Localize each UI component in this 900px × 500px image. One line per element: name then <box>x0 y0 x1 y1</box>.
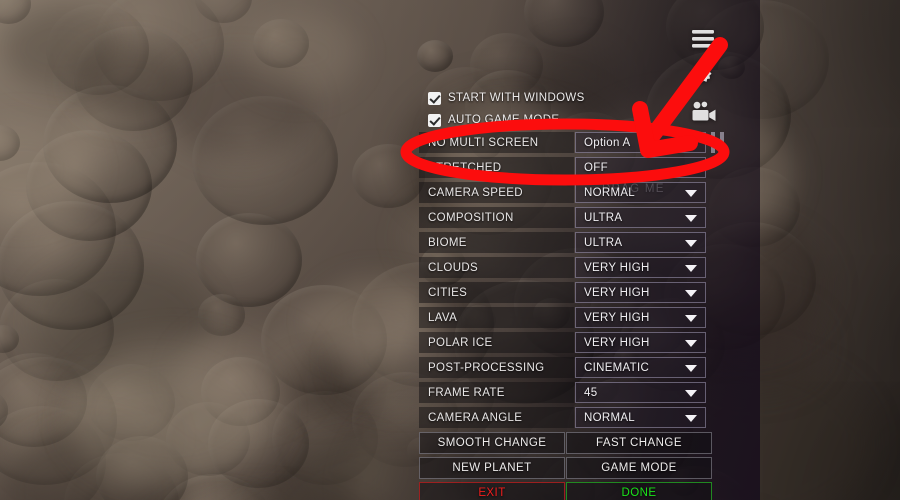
panel-button[interactable]: SMOOTH CHANGE <box>419 432 565 454</box>
option-dropdown[interactable]: Option A <box>575 132 706 153</box>
option-label: POLAR ICE <box>419 332 574 353</box>
checkbox-auto-game-mode[interactable] <box>428 113 441 127</box>
option-dropdown[interactable]: NORMAL <box>575 182 706 203</box>
option-row[interactable]: NO MULTI SCREEN Option A <box>419 132 724 153</box>
checkbox-start-with-windows[interactable] <box>428 91 441 105</box>
planet-crater <box>718 55 745 80</box>
panel-button-grid: SMOOTH CHANGE FAST CHANGE NEW PLANET GAME M… <box>419 432 712 500</box>
option-dropdown[interactable]: VERY HIGH <box>575 307 706 328</box>
planet-crater <box>195 212 303 307</box>
option-row[interactable]: POST-PROCESSING CINEMATIC <box>419 357 710 378</box>
option-row[interactable]: CLOUDS VERY HIGH <box>419 257 710 278</box>
chevron-down-icon <box>685 214 697 222</box>
option-dropdown[interactable]: ULTRA <box>575 232 706 253</box>
option-value: VERY HIGH <box>584 336 650 349</box>
option-dropdown[interactable]: VERY HIGH <box>575 332 706 353</box>
checkbox-label-start-with-windows: START WITH WINDOWS <box>448 92 585 104</box>
option-row[interactable]: CAMERA SPEED NORMAL <box>419 182 710 203</box>
settings-panel[interactable]: DRAG ME START WITH WINDOWS AUTO GAME MOD… <box>419 88 724 500</box>
panel-button[interactable]: DONE <box>566 482 712 500</box>
option-value: ULTRA <box>584 211 623 224</box>
panel-button[interactable]: NEW PLANET <box>419 457 565 479</box>
option-label: CITIES <box>419 282 574 303</box>
chevron-down-icon <box>685 189 697 197</box>
option-dropdown[interactable]: OFF <box>575 157 706 178</box>
planet-surface-blotch <box>240 12 359 96</box>
option-row[interactable]: BIOME ULTRA <box>419 232 710 253</box>
option-dropdown[interactable]: ULTRA <box>575 207 706 228</box>
planet-surface-blotch <box>65 336 280 486</box>
chevron-down-icon <box>685 364 697 372</box>
chevron-down-icon <box>685 139 697 147</box>
option-dropdown[interactable]: NORMAL <box>575 407 706 428</box>
checkbox-row-auto-game-mode[interactable]: AUTO GAME MODE <box>419 110 710 130</box>
option-value: VERY HIGH <box>584 286 650 299</box>
gear-icon[interactable] <box>690 62 716 93</box>
option-label: LAVA <box>419 307 574 328</box>
option-label: CLOUDS <box>419 257 574 278</box>
option-value: NORMAL <box>584 411 636 424</box>
option-label: STRETCHED <box>419 157 574 178</box>
chevron-down-icon <box>685 289 697 297</box>
chevron-down-icon <box>685 239 697 247</box>
chevron-down-icon <box>685 389 697 397</box>
option-value: NORMAL <box>584 186 636 199</box>
option-label: POST-PROCESSING <box>419 357 574 378</box>
option-label: NO MULTI SCREEN <box>419 132 574 153</box>
hamburger-menu-icon[interactable] <box>690 28 716 55</box>
option-scrollbar[interactable] <box>711 132 724 153</box>
chevron-down-icon <box>685 314 697 322</box>
option-label: CAMERA ANGLE <box>419 407 574 428</box>
option-value: VERY HIGH <box>584 261 650 274</box>
option-row[interactable]: COMPOSITION ULTRA <box>419 207 710 228</box>
option-row[interactable]: LAVA VERY HIGH <box>419 307 710 328</box>
chevron-down-icon <box>685 164 697 172</box>
option-dropdown[interactable]: CINEMATIC <box>575 357 706 378</box>
panel-button[interactable]: FAST CHANGE <box>566 432 712 454</box>
chevron-down-icon <box>685 414 697 422</box>
planet-crater <box>524 0 604 47</box>
option-label: COMPOSITION <box>419 207 574 228</box>
option-row[interactable]: CAMERA ANGLE NORMAL <box>419 407 710 428</box>
option-label: FRAME RATE <box>419 382 574 403</box>
option-value: 45 <box>584 386 598 399</box>
overlay-toolbar[interactable] <box>686 28 720 129</box>
option-value: VERY HIGH <box>584 311 650 324</box>
option-label: BIOME <box>419 232 574 253</box>
option-dropdown[interactable]: VERY HIGH <box>575 257 706 278</box>
chevron-down-icon <box>685 264 697 272</box>
planet-crater <box>416 39 454 73</box>
chevron-down-icon <box>685 339 697 347</box>
option-row[interactable]: CITIES VERY HIGH <box>419 282 710 303</box>
option-row[interactable]: STRETCHED OFF <box>419 157 710 178</box>
checkbox-label-auto-game-mode: AUTO GAME MODE <box>448 114 560 126</box>
video-camera-icon[interactable] <box>688 100 718 129</box>
panel-button[interactable]: GAME MODE <box>566 457 712 479</box>
panel-button[interactable]: EXIT <box>419 482 565 500</box>
planet-surface-blotch <box>74 42 186 121</box>
settings-option-list: NO MULTI SCREEN Option A STRETCHED OFF CAMER… <box>419 132 724 428</box>
option-dropdown[interactable]: VERY HIGH <box>575 282 706 303</box>
option-row[interactable]: POLAR ICE VERY HIGH <box>419 332 710 353</box>
option-label: CAMERA SPEED <box>419 182 574 203</box>
checkbox-row-start-with-windows[interactable]: START WITH WINDOWS <box>419 88 710 108</box>
option-value: OFF <box>584 161 608 174</box>
option-row[interactable]: FRAME RATE 45 <box>419 382 710 403</box>
option-value: CINEMATIC <box>584 361 650 374</box>
option-value: ULTRA <box>584 236 623 249</box>
option-value: Option A <box>584 136 631 149</box>
option-dropdown[interactable]: 45 <box>575 382 706 403</box>
